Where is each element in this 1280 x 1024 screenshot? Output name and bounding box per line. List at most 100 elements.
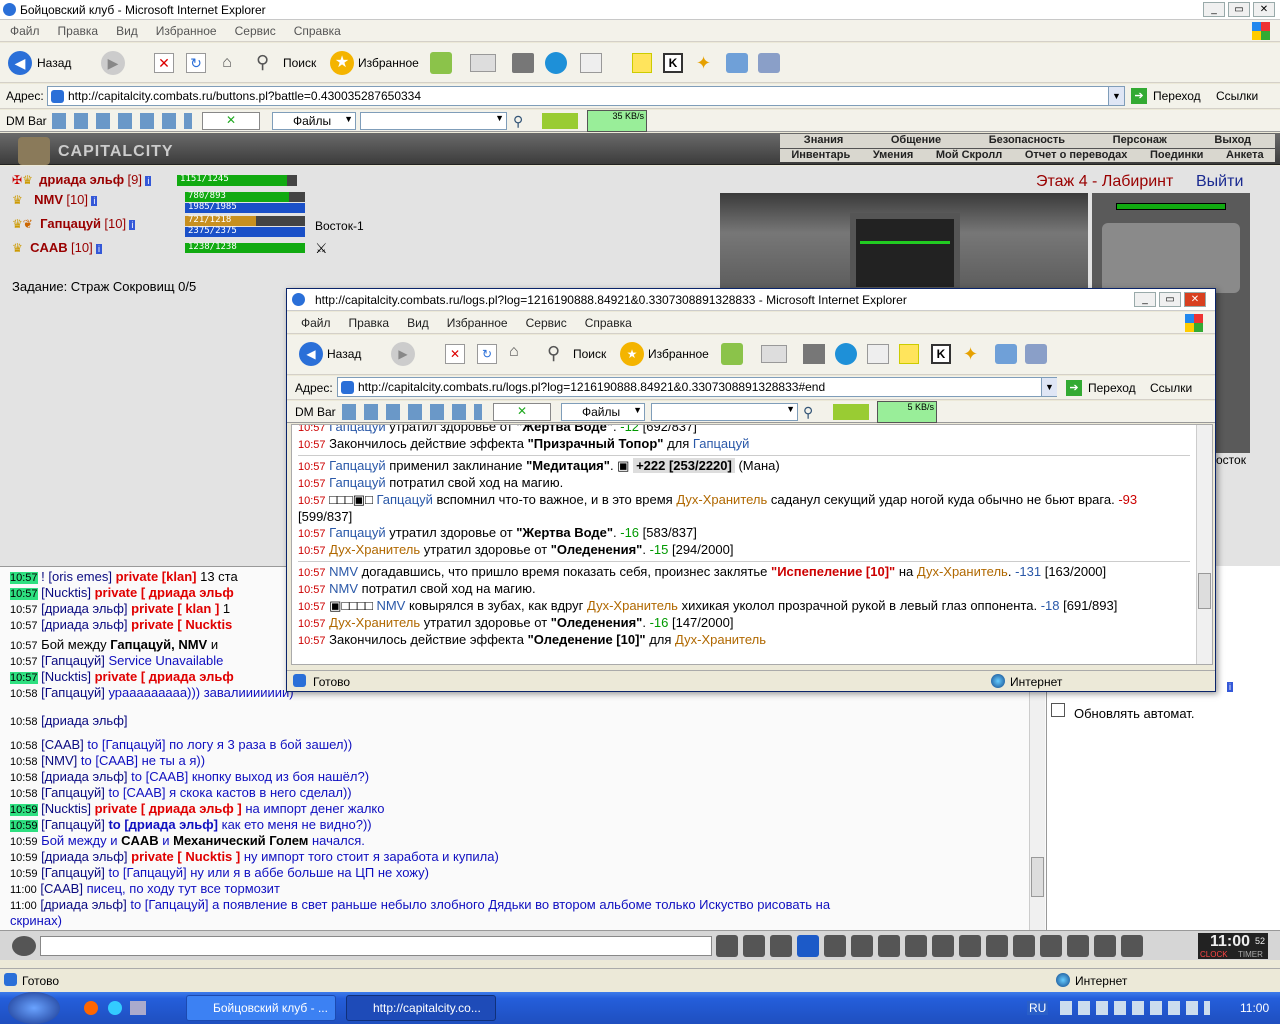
chat-time[interactable]: 11:00 [10,900,37,912]
chat-time[interactable]: 10:57 [10,620,38,632]
stop-icon[interactable]: ✕ [154,53,174,73]
history-icon[interactable] [721,343,743,365]
edit-icon[interactable] [580,53,602,73]
info-icon[interactable]: i [91,196,98,206]
maximize-button[interactable]: ▭ [1228,2,1250,17]
chat-nick[interactable]: [Гапцацуй] [41,817,105,832]
go-button[interactable]: Переход [1153,89,1201,103]
chat-tool-icon[interactable] [716,935,738,957]
chat-time[interactable]: 10:57 [10,588,38,600]
info-icon[interactable]: i [1227,682,1233,692]
chat-time[interactable]: 10:57 [10,656,38,668]
popup-menu-item[interactable]: Правка [349,316,390,330]
dmbar-cross-icon[interactable]: ✕ [202,112,260,130]
favorites-label[interactable]: Избранное [358,56,419,70]
print-icon[interactable] [512,53,534,73]
chat-time[interactable]: 10:59 [10,868,38,880]
k-icon[interactable]: K [931,344,951,364]
swords-icon[interactable]: ⚔ [315,240,328,257]
favorites-icon[interactable]: ★ [330,51,354,75]
game-nav-link[interactable]: Выход [1214,134,1251,148]
player-name[interactable]: CAAB [30,240,68,255]
start-orb-icon[interactable] [8,992,60,1024]
dmbar-search-input[interactable]: ▼ [360,112,507,130]
chat-time[interactable]: 10:58 [10,688,38,700]
dmbar-icons[interactable] [342,404,482,420]
print-icon[interactable] [803,344,825,364]
game-nav-link[interactable]: Инвентарь [791,149,850,162]
mail-icon[interactable] [761,345,787,363]
taskbar-item[interactable]: http://capitalcity.co... [346,995,496,1021]
chat-time[interactable]: 10:57 [10,572,38,584]
chat-nick[interactable]: [Гапцацуй] [41,865,105,880]
info-icon[interactable]: i [129,220,136,230]
chat-nick[interactable]: [дриада эльф] [41,713,127,728]
tray-icons[interactable] [1060,1001,1210,1015]
menu-item[interactable]: Сервис [235,24,276,38]
game-nav-link[interactable]: Безопасность [989,134,1065,148]
dmbar-cross-icon[interactable]: ✕ [493,403,551,421]
refresh-icon[interactable]: ↻ [186,53,206,73]
chat-message-input[interactable] [40,936,712,956]
chat-tool-icon[interactable] [959,935,981,957]
chat-nick[interactable]: [Гапцацуй] [41,785,105,800]
chat-time[interactable]: 10:58 [10,756,38,768]
popup-menu-item[interactable]: Сервис [526,316,567,330]
chat-nick[interactable]: [дриада эльф] [40,897,126,912]
bookmark-star-icon[interactable]: ✦ [696,53,716,73]
chat-nick[interactable]: [дриада эльф] [41,601,127,616]
popup-go-button[interactable]: Переход [1088,381,1136,395]
ie-quicklaunch-icon[interactable] [108,1001,122,1015]
chat-nick[interactable]: [дриада эльф] [41,849,127,864]
close-button[interactable]: ✕ [1253,2,1275,17]
chat-tool-icon[interactable] [797,935,819,957]
search-icon[interactable]: ⚲ [547,343,560,364]
chat-tool-icon[interactable] [1067,935,1089,957]
popup-menu-item[interactable]: Файл [301,316,331,330]
chat-time[interactable]: 10:59 [10,852,38,864]
go-arrow-icon[interactable]: ➔ [1066,380,1082,396]
popup-close-button[interactable]: ✕ [1184,292,1206,307]
popup-favorites-label[interactable]: Избранное [648,347,709,361]
chat-nick[interactable]: [Nucktis] [41,669,91,684]
dmbar-search-icon[interactable]: ⚲ [513,113,523,130]
labyrinth-view[interactable] [720,193,1088,293]
go-arrow-icon[interactable]: ➔ [1131,88,1147,104]
game-nav-link[interactable]: Анкета [1226,149,1264,162]
compass-icon[interactable] [1102,223,1240,293]
chat-time[interactable]: 10:59 [10,820,38,832]
game-nav-link[interactable]: Поединки [1150,149,1203,162]
chat-nick[interactable]: [NMV] [41,753,77,768]
stop-icon[interactable]: ✕ [445,344,465,364]
edit-icon[interactable] [867,344,889,364]
chat-tool-icon[interactable] [932,935,954,957]
favorites-icon[interactable]: ★ [620,342,644,366]
info-icon[interactable]: i [96,244,103,254]
game-nav-link[interactable]: Отчет о переводах [1025,149,1128,162]
history-icon[interactable] [430,52,452,74]
chat-nick[interactable]: [CAAB] [40,881,83,896]
home-icon[interactable]: ⌂ [217,53,237,73]
chat-tool-icon[interactable] [1121,935,1143,957]
chat-nick[interactable]: [дриада эльф] [41,617,127,632]
exit-link[interactable]: Выйти [1196,173,1243,191]
menu-item[interactable]: Вид [116,24,138,38]
game-nav-link[interactable]: Умения [873,149,913,162]
popup-menu-item[interactable]: Избранное [447,316,508,330]
skype-icon[interactable] [835,343,857,365]
chat-time[interactable]: 10:59 [10,836,38,848]
search-label[interactable]: Поиск [283,56,316,70]
chat-tool-icon[interactable] [1094,935,1116,957]
chat-time[interactable]: 10:58 [10,788,38,800]
timer-label[interactable]: TIMER [1238,950,1263,959]
popup-menu-item[interactable]: Вид [407,316,429,330]
popup-maximize-button[interactable]: ▭ [1159,292,1181,307]
chat-nick[interactable]: [Гапцацуй] [41,685,105,700]
info-icon[interactable]: i [145,176,152,186]
chat-nick[interactable]: [дриада эльф] [41,769,127,784]
chat-tool-icon[interactable] [1040,935,1062,957]
links-button[interactable]: Ссылки [1216,89,1258,103]
chat-tool-icon[interactable] [986,935,1008,957]
research-icon[interactable] [1025,344,1047,364]
popup-minimize-button[interactable]: _ [1134,292,1156,307]
